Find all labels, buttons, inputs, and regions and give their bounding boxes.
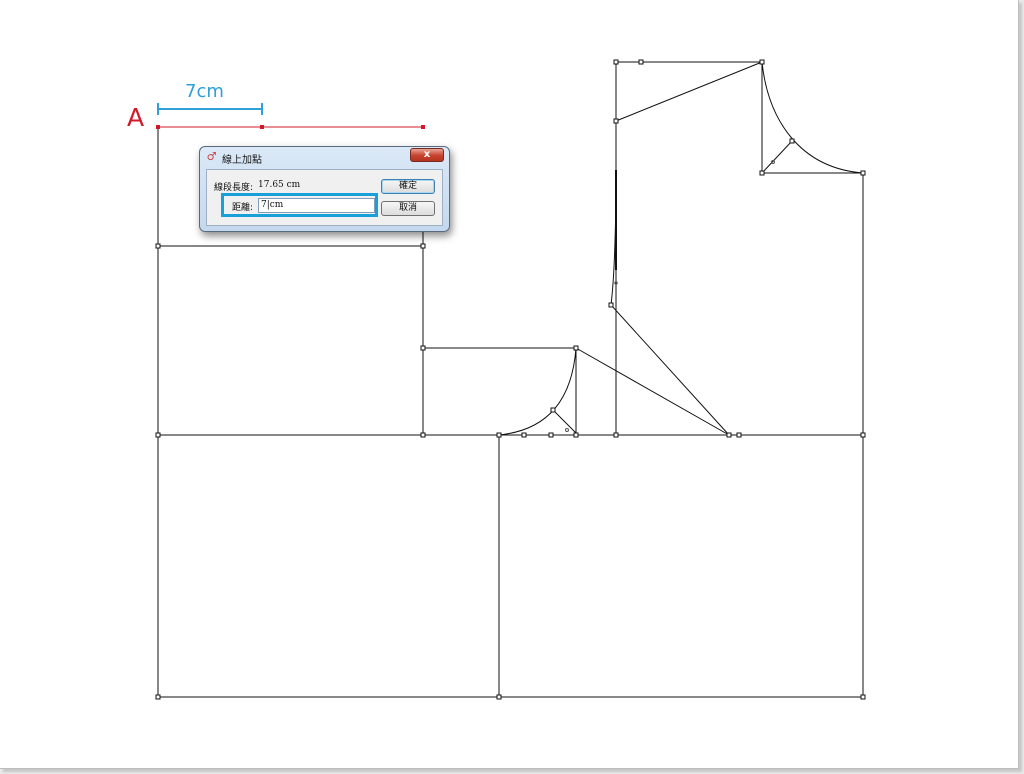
dimension-bracket <box>157 103 263 115</box>
app-icon: ♂ <box>206 150 217 163</box>
line-curve-guide-upper <box>761 140 793 174</box>
red-segment <box>156 125 425 129</box>
cancel-button[interactable]: 取消 <box>381 201 435 216</box>
curve-side-seam <box>610 121 730 436</box>
dimension-label: 7cm <box>185 81 224 102</box>
dialog-titlebar[interactable]: ♂ 線上加點 x <box>200 147 449 167</box>
curve-handles <box>565 160 775 432</box>
pattern-drawing[interactable] <box>0 0 1018 768</box>
distance-highlight-box <box>221 193 378 217</box>
drawing-canvas[interactable] <box>0 0 1019 769</box>
close-button[interactable]: x <box>410 148 444 162</box>
segment-length-value: 17.65 cm <box>258 180 301 190</box>
dialog-title: 線上加點 <box>222 155 262 166</box>
close-icon: x <box>423 149 431 160</box>
ok-button[interactable]: 確定 <box>381 179 435 194</box>
point-a-label: A <box>127 103 145 132</box>
add-point-on-line-dialog[interactable]: ♂ 線上加點 x 線段長度: 17.65 cm 距離: 7|cm 確定 取消 <box>199 146 450 232</box>
segment-length-label: 線段長度: <box>214 183 254 193</box>
line-diagonal-upper <box>615 61 763 122</box>
line-curve-guide-lower <box>552 409 577 434</box>
line-diagonal-lower <box>575 347 730 436</box>
